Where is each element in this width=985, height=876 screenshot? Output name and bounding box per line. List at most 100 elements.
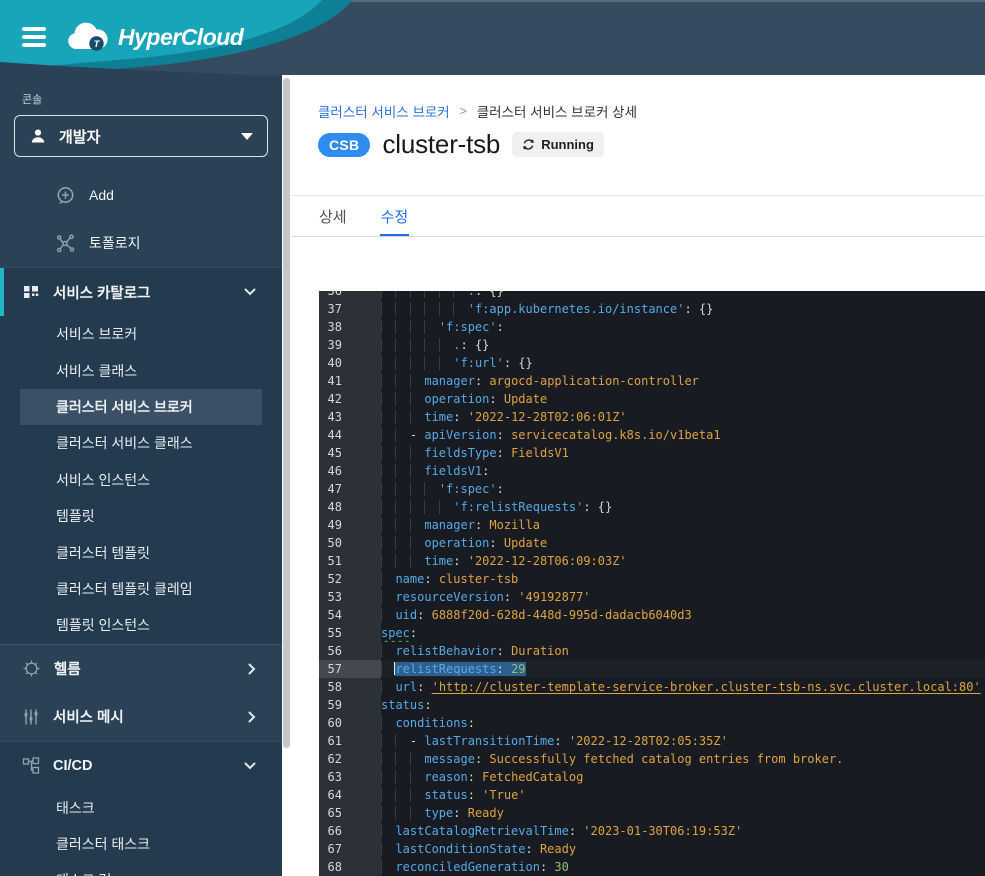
code-editor[interactable]: 36 .: {}37 'f:app.kubernetes.io/instance… <box>319 291 985 876</box>
code-line[interactable]: 67 lastConditionState: Ready <box>319 840 985 858</box>
code-text[interactable]: 'f:url': {} <box>381 354 985 372</box>
tab-edit[interactable]: 수정 <box>380 196 410 237</box>
sidebar-subitem-template-instance[interactable]: 템플릿 인스턴스 <box>0 607 282 643</box>
line-number: 68 <box>319 858 381 876</box>
code-line[interactable]: 64 status: 'True' <box>319 786 985 804</box>
code-text[interactable]: time: '2022-12-28T02:06:01Z' <box>381 408 985 426</box>
code-text[interactable]: lastConditionState: Ready <box>381 840 985 858</box>
code-text[interactable]: uid: 6888f20d-628d-448d-995d-dadacb6040d… <box>381 606 985 624</box>
code-line[interactable]: 46 fieldsV1: <box>319 462 985 480</box>
code-text[interactable]: status: <box>381 696 985 714</box>
code-line[interactable]: 51 time: '2022-12-28T06:09:03Z' <box>319 552 985 570</box>
code-text[interactable]: .: {} <box>381 291 985 300</box>
code-text[interactable]: status: 'True' <box>381 786 985 804</box>
code-text[interactable]: lastCatalogRetrievalTime: '2023-01-30T06… <box>381 822 985 840</box>
code-text[interactable]: time: '2022-12-28T06:09:03Z' <box>381 552 985 570</box>
code-line[interactable]: 50 operation: Update <box>319 534 985 552</box>
sidebar-subitem-cluster-service-class[interactable]: 클러스터 서비스 클래스 <box>0 425 282 461</box>
code-line[interactable]: 60 conditions: <box>319 714 985 732</box>
tab-detail[interactable]: 상세 <box>318 196 348 237</box>
code-line[interactable]: 36 .: {} <box>319 291 985 300</box>
sidebar-subitem-cluster-task[interactable]: 클러스터 태스크 <box>0 826 282 862</box>
catalog-grid-icon <box>22 283 40 301</box>
code-text[interactable]: fieldsV1: <box>381 462 985 480</box>
code-text[interactable]: 'f:relistRequests': {} <box>381 498 985 516</box>
sidebar-subitem-task[interactable]: 태스크 <box>0 790 282 826</box>
code-text[interactable]: relistRequests: 29 <box>381 660 985 678</box>
code-line[interactable]: 58 url: 'http://cluster-template-service… <box>319 678 985 696</box>
sidebar-subitem-cluster-template[interactable]: 클러스터 템플릿 <box>0 534 282 570</box>
tab-divider <box>291 236 985 237</box>
sidebar-item-topology[interactable]: 토폴로지 <box>0 219 282 267</box>
breadcrumb-current: 클러스터 서비스 브로커 상세 <box>477 101 637 121</box>
code-line[interactable]: 47 'f:spec': <box>319 480 985 498</box>
code-text[interactable]: spec: <box>381 624 985 642</box>
code-text[interactable]: 'f:spec': <box>381 480 985 498</box>
code-line[interactable]: 68 reconciledGeneration: 30 <box>319 858 985 876</box>
code-text[interactable]: .: {} <box>381 336 985 354</box>
sidebar-subitem-task-run[interactable]: 태스크 런 <box>0 862 282 876</box>
code-text[interactable]: relistBehavior: Duration <box>381 642 985 660</box>
code-line[interactable]: 43 time: '2022-12-28T02:06:01Z' <box>319 408 985 426</box>
code-text[interactable]: - apiVersion: servicecatalog.k8s.io/v1be… <box>381 426 985 444</box>
code-text[interactable]: resourceVersion: '49192877' <box>381 588 985 606</box>
sidebar-subitem-service-class[interactable]: 서비스 클래스 <box>0 352 282 388</box>
content-scrollbar-thumb[interactable] <box>283 78 290 748</box>
sidebar-subitem-service-instance[interactable]: 서비스 인스턴스 <box>0 462 282 498</box>
line-number: 40 <box>319 354 381 372</box>
sidebar-section-helm[interactable]: 헬름 <box>0 644 282 693</box>
code-text[interactable]: name: cluster-tsb <box>381 570 985 588</box>
code-text[interactable]: reconciledGeneration: 30 <box>381 858 985 876</box>
sidebar-subitem-service-broker[interactable]: 서비스 브로커 <box>0 316 282 352</box>
code-line[interactable]: 66 lastCatalogRetrievalTime: '2023-01-30… <box>319 822 985 840</box>
code-line[interactable]: 55spec: <box>319 624 985 642</box>
code-line[interactable]: 57 relistRequests: 29 <box>319 660 985 678</box>
code-text[interactable]: fieldsType: FieldsV1 <box>381 444 985 462</box>
code-line[interactable]: 52 name: cluster-tsb <box>319 570 985 588</box>
code-text[interactable]: reason: FetchedCatalog <box>381 768 985 786</box>
menu-hamburger-button[interactable] <box>22 27 46 48</box>
sidebar-section-service-mesh[interactable]: 서비스 메시 <box>0 693 282 741</box>
sidebar-subitem-cluster-template-claim[interactable]: 클러스터 템플릿 클레임 <box>0 571 282 607</box>
code-text[interactable]: operation: Update <box>381 390 985 408</box>
code-line[interactable]: 42 operation: Update <box>319 390 985 408</box>
code-line[interactable]: 63 reason: FetchedCatalog <box>319 768 985 786</box>
code-line[interactable]: 44 - apiVersion: servicecatalog.k8s.io/v… <box>319 426 985 444</box>
code-text[interactable]: 'f:app.kubernetes.io/instance': {} <box>381 300 985 318</box>
code-line[interactable]: 38 'f:spec': <box>319 318 985 336</box>
code-text[interactable]: manager: Mozilla <box>381 516 985 534</box>
code-text[interactable]: operation: Update <box>381 534 985 552</box>
code-line[interactable]: 53 resourceVersion: '49192877' <box>319 588 985 606</box>
code-line[interactable]: 40 'f:url': {} <box>319 354 985 372</box>
code-line[interactable]: 41 manager: argocd-application-controlle… <box>319 372 985 390</box>
code-line[interactable]: 48 'f:relistRequests': {} <box>319 498 985 516</box>
sidebar-section-cicd[interactable]: CI/CD <box>0 742 282 790</box>
sidebar-section-service-catalog[interactable]: 서비스 카탈로그 <box>0 268 282 316</box>
code-text[interactable]: conditions: <box>381 714 985 732</box>
perspective-dropdown[interactable]: 개발자 <box>14 115 268 157</box>
code-text[interactable]: 'f:spec': <box>381 318 985 336</box>
code-line[interactable]: 39 .: {} <box>319 336 985 354</box>
sidebar-subitem-cluster-service-broker[interactable]: 클러스터 서비스 브로커 <box>20 389 262 425</box>
code-text[interactable]: manager: argocd-application-controller <box>381 372 985 390</box>
code-line[interactable]: 61 - lastTransitionTime: '2022-12-28T02:… <box>319 732 985 750</box>
code-line[interactable]: 62 message: Successfully fetched catalog… <box>319 750 985 768</box>
code-text[interactable]: message: Successfully fetched catalog en… <box>381 750 985 768</box>
code-text[interactable]: type: Ready <box>381 804 985 822</box>
code-text[interactable]: url: 'http://cluster-template-service-br… <box>381 678 985 696</box>
line-number: 61 <box>319 732 381 750</box>
sidebar-item-add[interactable]: Add <box>0 171 282 219</box>
code-line[interactable]: 56 relistBehavior: Duration <box>319 642 985 660</box>
code-line[interactable]: 54 uid: 6888f20d-628d-448d-995d-dadacb60… <box>319 606 985 624</box>
code-line[interactable]: 45 fieldsType: FieldsV1 <box>319 444 985 462</box>
code-line[interactable]: 59status: <box>319 696 985 714</box>
code-text[interactable]: - lastTransitionTime: '2022-12-28T02:05:… <box>381 732 985 750</box>
sidebar-subitem-template[interactable]: 템플릿 <box>0 498 282 534</box>
code-line[interactable]: 37 'f:app.kubernetes.io/instance': {} <box>319 300 985 318</box>
resource-kind-badge: CSB <box>318 133 370 157</box>
user-icon <box>29 127 47 145</box>
code-line[interactable]: 49 manager: Mozilla <box>319 516 985 534</box>
breadcrumb-link[interactable]: 클러스터 서비스 브로커 <box>318 101 450 121</box>
sidebar-item-label: 토폴로지 <box>89 233 141 253</box>
code-line[interactable]: 65 type: Ready <box>319 804 985 822</box>
